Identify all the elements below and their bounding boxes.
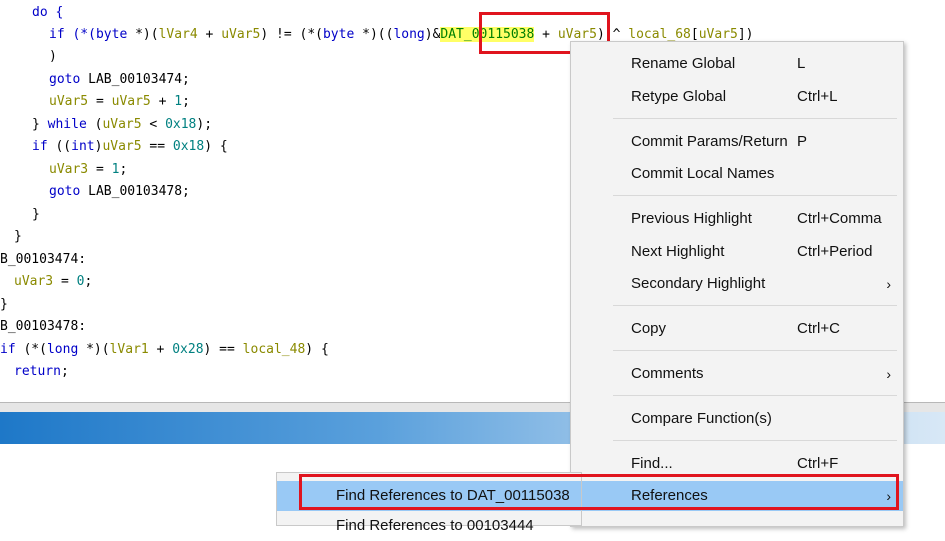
selected-token-dat-00115038[interactable]: DAT_00115038 [440,27,535,42]
code-line: } while (uVar5 < 0x18); [32,117,213,132]
menu-separator [613,118,897,119]
code-line: goto LAB_00103474; [49,72,190,87]
code-label: B_00103478: [0,319,87,334]
code-line: goto LAB_00103478; [49,184,190,199]
code-line: uVar5 = uVar5 + 1; [49,94,190,109]
menu-item-secondary-highlight[interactable]: Secondary Highlight › [571,269,903,299]
menu-item-copy[interactable]: Copy Ctrl+C [571,314,903,344]
menu-separator [613,305,897,306]
menu-item-retype-global[interactable]: Retype Global Ctrl+L [571,82,903,112]
menu-separator [613,350,897,351]
menu-item-commit-params[interactable]: Commit Params/Return P [571,127,903,157]
menu-item-references[interactable]: References › [571,481,903,511]
menu-item-previous-highlight[interactable]: Previous Highlight Ctrl+Comma [571,204,903,234]
code-line: } [32,207,40,222]
menu-separator [613,395,897,396]
chevron-right-icon: › [886,488,891,504]
code-line: return; [14,364,69,379]
code-line: ) [49,49,57,64]
code-line: if ((int)uVar5 == 0x18) { [32,139,228,154]
code-line: do { [32,5,64,20]
references-submenu: Find References to DAT_00115038 Find Ref… [276,472,582,534]
code-line: uVar3 = 1; [49,162,128,177]
menu-item-find[interactable]: Find... Ctrl+F [571,449,903,479]
context-menu: Rename Global L Retype Global Ctrl+L Commi… [570,41,904,527]
code-line: if (*(long *)(lVar1 + 0x28) == local_48)… [0,342,329,357]
chevron-right-icon: › [886,366,891,382]
chevron-right-icon: › [886,276,891,292]
menu-item-rename-global[interactable]: Rename Global L [571,49,903,79]
code-label: B_00103474: [0,252,87,267]
submenu-item-find-references-dat[interactable]: Find References to DAT_00115038 [277,481,581,511]
menu-item-compare-functions[interactable]: Compare Function(s) [571,404,903,434]
menu-separator [613,440,897,441]
menu-item-commit-local-names[interactable]: Commit Local Names [571,159,903,189]
submenu-item-find-references-address[interactable]: Find References to 00103444 [277,511,581,541]
code-line: } [0,297,8,312]
code-line: uVar3 = 0; [14,274,93,289]
menu-separator [613,195,897,196]
menu-item-comments[interactable]: Comments › [571,359,903,389]
code-line: } [14,229,22,244]
menu-item-next-highlight[interactable]: Next Highlight Ctrl+Period [571,237,903,267]
